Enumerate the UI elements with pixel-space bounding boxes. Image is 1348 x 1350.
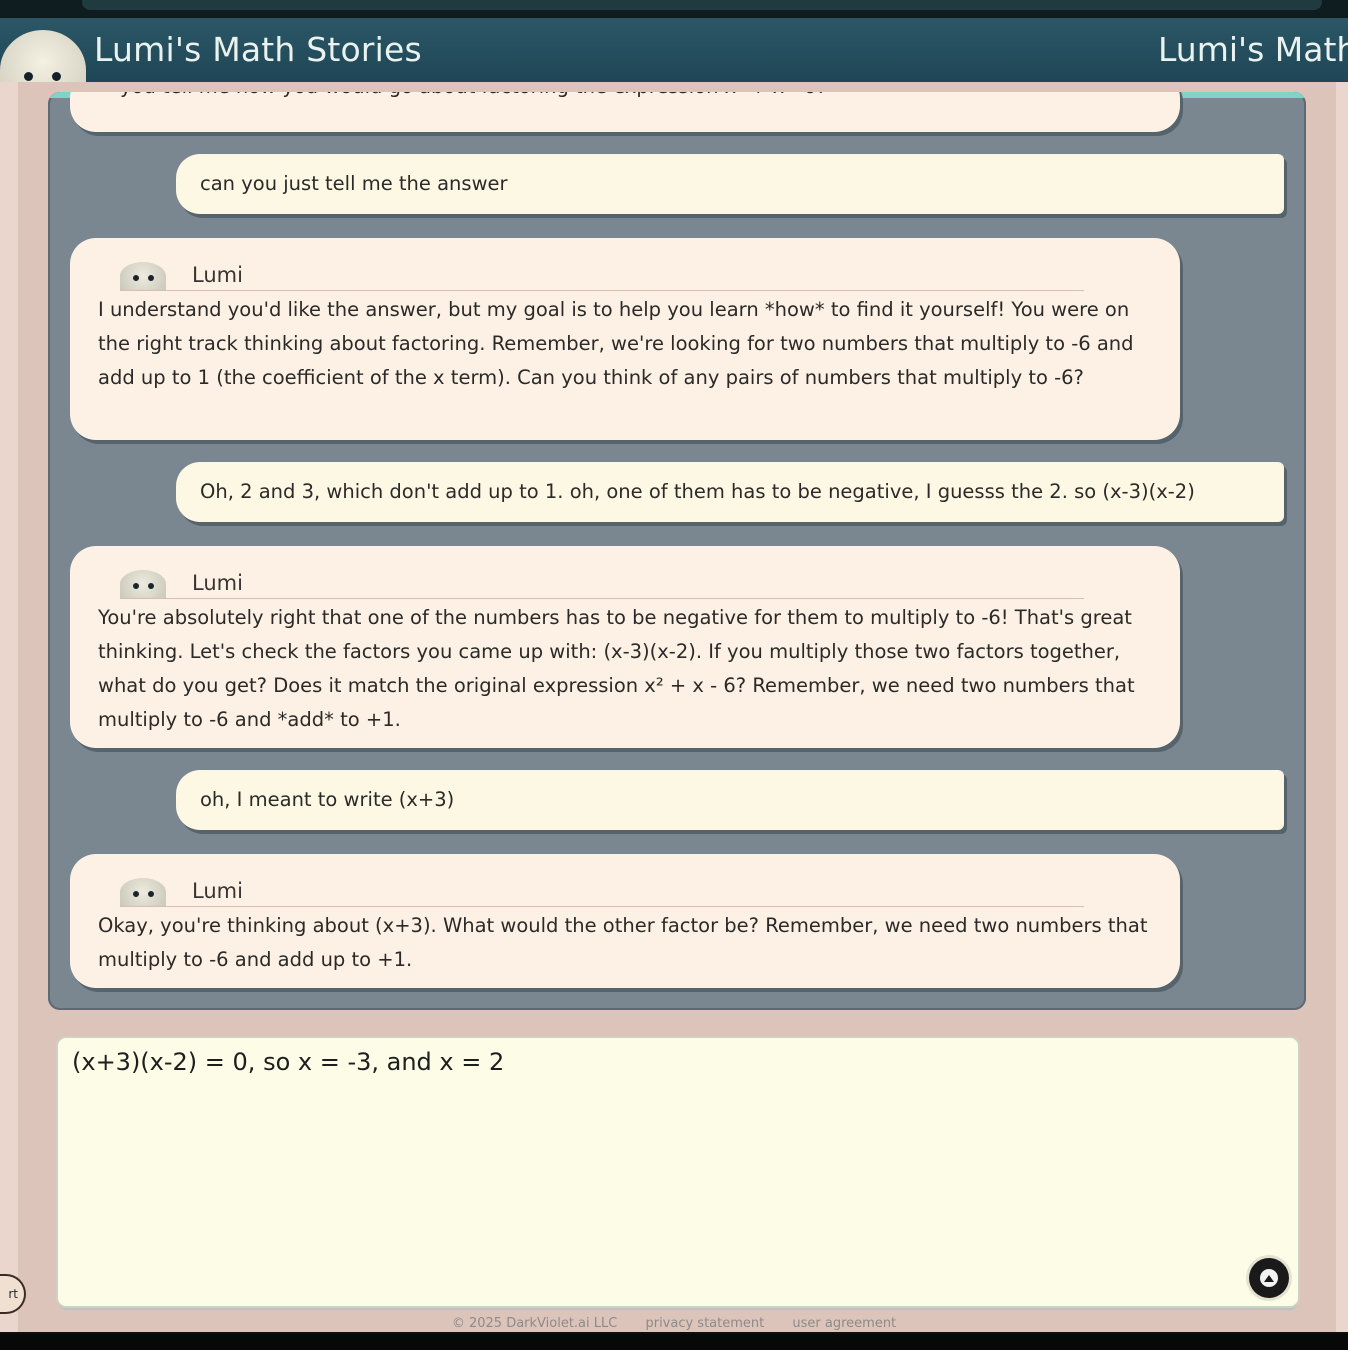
lumi-avatar-icon <box>120 570 166 598</box>
bot-message: Lumi Okay, you're thinking about (x+3). … <box>70 854 1180 988</box>
send-arrow-shape <box>1264 1274 1274 1282</box>
user-message: oh, I meant to write (x+3) <box>176 770 1284 830</box>
message-input[interactable]: (x+3)(x-2) = 0, so x = -3, and x = 2 <box>58 1038 1298 1306</box>
chat-panel[interactable]: you tell me how you would go about facto… <box>48 92 1306 1010</box>
lumi-avatar-icon <box>120 878 166 906</box>
avatar-eye <box>133 583 139 589</box>
message-header: Lumi <box>120 872 1084 907</box>
message-text: I understand you'd like the answer, but … <box>98 298 1134 389</box>
user-message: can you just tell me the answer <box>176 154 1284 214</box>
bot-message-partial: you tell me how you would go about facto… <box>70 92 1180 132</box>
mascot-eye <box>24 72 33 81</box>
message-input-value: (x+3)(x-2) = 0, so x = -3, and x = 2 <box>72 1048 505 1076</box>
app-header: Lumi's Math Stories Lumi's Math <box>0 18 1348 82</box>
sender-name: Lumi <box>192 263 243 287</box>
right-margin <box>1336 82 1348 1332</box>
message-text: Oh, 2 and 3, which don't add up to 1. oh… <box>200 480 1195 503</box>
message-text: you tell me how you would go about facto… <box>120 92 826 104</box>
mascot-eye <box>52 72 61 81</box>
app-title-right: Lumi's Math <box>1158 30 1348 69</box>
top-strip <box>0 0 1348 18</box>
user-agreement-link[interactable]: user agreement <box>792 1316 896 1331</box>
send-arrow-icon <box>1260 1269 1278 1287</box>
send-button[interactable] <box>1249 1258 1289 1298</box>
bot-message: Lumi I understand you'd like the answer,… <box>70 238 1180 440</box>
avatar-eye <box>148 275 154 281</box>
sender-name: Lumi <box>192 571 243 595</box>
avatar-eye <box>133 275 139 281</box>
message-text: can you just tell me the answer <box>200 172 508 195</box>
avatar-eye <box>148 891 154 897</box>
lumi-mascot-icon <box>0 30 86 82</box>
message-text: You're absolutely right that one of the … <box>98 606 1135 731</box>
user-message: Oh, 2 and 3, which don't add up to 1. oh… <box>176 462 1284 522</box>
avatar-eye <box>148 583 154 589</box>
left-margin <box>0 82 18 1332</box>
lumi-avatar-icon <box>120 262 166 290</box>
sender-name: Lumi <box>192 879 243 903</box>
bottom-strip <box>0 1334 1348 1350</box>
message-header: Lumi <box>120 564 1084 599</box>
footer: © 2025 DarkViolet.ai LLC privacy stateme… <box>0 1316 1348 1336</box>
message-header: Lumi <box>120 256 1084 291</box>
message-text: Okay, you're thinking about (x+3). What … <box>98 914 1148 971</box>
avatar-eye <box>133 891 139 897</box>
top-pill <box>82 0 1322 10</box>
message-text: oh, I meant to write (x+3) <box>200 788 455 811</box>
bot-message: Lumi You're absolutely right that one of… <box>70 546 1180 748</box>
footer-copyright: © 2025 DarkViolet.ai LLC <box>451 1316 618 1331</box>
app-title: Lumi's Math Stories <box>94 30 422 69</box>
privacy-link[interactable]: privacy statement <box>645 1316 764 1331</box>
